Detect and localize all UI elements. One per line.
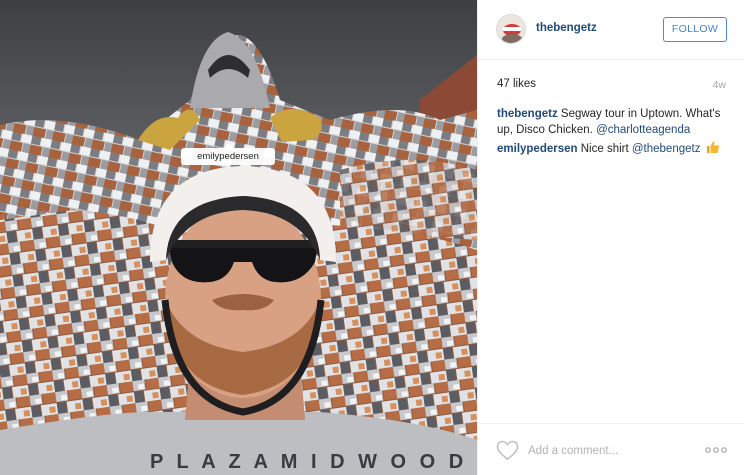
more-options-icon[interactable] bbox=[705, 446, 727, 454]
mention-link[interactable]: @thebengetz bbox=[632, 143, 701, 155]
post-username[interactable]: thebengetz bbox=[536, 22, 597, 34]
avatar-image bbox=[497, 15, 525, 43]
comment-text: Nice shirt bbox=[577, 143, 632, 155]
post-photo[interactable]: P L A Z A M I D W O O D emilypedersen bbox=[0, 0, 477, 475]
add-comment-input[interactable] bbox=[528, 443, 688, 459]
avatar[interactable] bbox=[496, 14, 526, 44]
thumbs-up-icon bbox=[706, 141, 719, 153]
post-header: thebengetz FOLLOW bbox=[478, 0, 744, 60]
post-footer bbox=[478, 423, 744, 475]
heart-icon[interactable] bbox=[496, 440, 519, 461]
caption-comment: thebengetz Segway tour in Uptown. What's… bbox=[497, 106, 732, 138]
selfie-mirror-sculpture-image: P L A Z A M I D W O O D bbox=[0, 0, 477, 475]
follow-button[interactable]: FOLLOW bbox=[663, 17, 727, 42]
mention-link[interactable]: @charlotteagenda bbox=[596, 124, 690, 136]
comment-username[interactable]: emilypedersen bbox=[497, 143, 578, 155]
comment: emilypedersen Nice shirt @thebengetz bbox=[497, 140, 732, 157]
comment-username[interactable]: thebengetz bbox=[497, 108, 558, 120]
post-details-panel: thebengetz FOLLOW 47 likes 4w thebengetz… bbox=[477, 0, 744, 475]
user-tag-label[interactable]: emilypedersen bbox=[181, 143, 275, 165]
likes-count[interactable]: 47 likes bbox=[497, 78, 536, 90]
svg-text:P L A Z A M I D W O O D: P L A Z A M I D W O O D bbox=[150, 451, 467, 473]
post-age[interactable]: 4w bbox=[713, 79, 726, 91]
